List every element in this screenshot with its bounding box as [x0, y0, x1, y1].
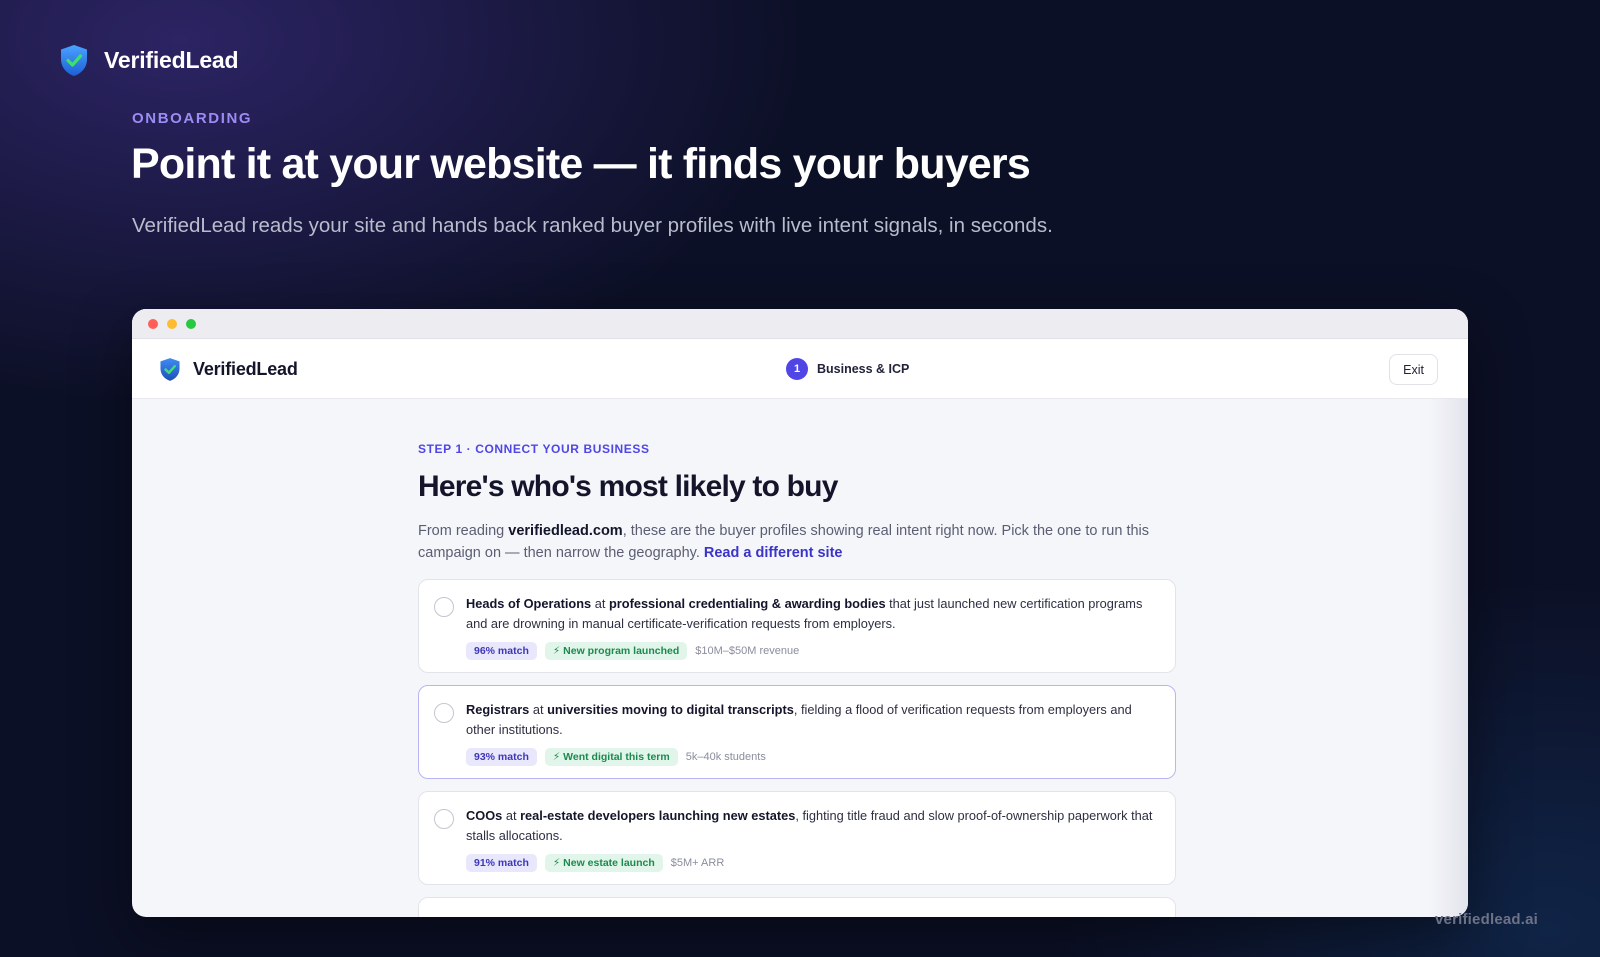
profile-radio[interactable] — [434, 703, 454, 723]
window-maximize-dot[interactable] — [186, 318, 196, 329]
profile-at: at — [591, 596, 609, 611]
profile-badges: 93% match ⚡ Went digital this term 5k–40… — [466, 748, 1159, 766]
profile-at: at — [529, 702, 548, 717]
profile-radio[interactable] — [434, 809, 454, 829]
onboarding-stepper: 1 Business & ICP — [786, 358, 909, 380]
hero-eyebrow: ONBOARDING — [132, 110, 253, 127]
profile-badges: 96% match ⚡ New program launched $10M–$5… — [466, 642, 1159, 660]
site-watermark: verifiedlead.ai — [1435, 911, 1539, 928]
profile-segment: real-estate developers launching new est… — [520, 808, 796, 823]
profile-segment: professional credentialing & awarding bo… — [608, 596, 886, 611]
profile-role: Heads of Operations — [466, 596, 592, 611]
app-window: VerifiedLead 1 Business & ICP Exit STEP … — [132, 309, 1468, 917]
buyer-profile-card[interactable]: Heads of Operations at professional cred… — [418, 579, 1176, 673]
app-header: VerifiedLead 1 Business & ICP Exit — [132, 339, 1468, 399]
step-title: Here's who's most likely to buy — [418, 470, 838, 503]
profile-meta: $10M–$50M revenue — [695, 645, 800, 657]
window-close-dot[interactable] — [148, 318, 158, 329]
profile-description: Registrars at universities moving to dig… — [466, 700, 1159, 740]
profile-role: COOs — [466, 808, 503, 823]
profile-segment: universities moving to digital transcrip… — [547, 702, 794, 717]
intent-signal-badge: ⚡ Went digital this term — [544, 748, 678, 766]
shield-check-icon — [61, 45, 87, 76]
intent-signal-badge: ⚡ New estate launch — [544, 854, 663, 872]
profile-role: Registrars — [466, 702, 530, 717]
buyer-profile-card[interactable]: COOs at real-estate developers launching… — [418, 791, 1176, 885]
shield-check-icon — [160, 358, 180, 381]
profile-meta: $5M+ ARR — [670, 857, 725, 869]
step-number-badge: 1 — [786, 358, 808, 380]
profile-description: COOs at real-estate developers launching… — [466, 806, 1159, 846]
exit-button[interactable]: Exit — [1389, 354, 1438, 385]
profile-meta: 5k–40k students — [685, 751, 766, 763]
profile-badges: 91% match ⚡ New estate launch $5M+ ARR — [466, 854, 1159, 872]
buyer-profile-card[interactable]: Registrars at universities moving to dig… — [418, 685, 1176, 779]
app-brand-name: VerifiedLead — [193, 359, 298, 379]
hero-subhead: VerifiedLead reads your site and hands b… — [132, 214, 1053, 237]
desc-domain: verifiedlead.com — [508, 523, 623, 539]
app-brand: VerifiedLead — [159, 357, 298, 382]
profile-radio[interactable] — [434, 597, 454, 617]
profile-description: Heads of Operations at professional cred… — [466, 594, 1159, 634]
step-content: STEP 1 · CONNECT YOUR BUSINESS Here's wh… — [132, 399, 1468, 917]
profile-at: at — [502, 808, 521, 823]
window-minimize-dot[interactable] — [167, 318, 177, 329]
read-different-site-link[interactable]: Read a different site — [704, 545, 843, 561]
hero-brand: VerifiedLead — [59, 44, 239, 77]
step-eyebrow: STEP 1 · CONNECT YOUR BUSINESS — [418, 442, 650, 456]
step-label: Business & ICP — [817, 362, 910, 376]
intent-signal-badge: ⚡ New program launched — [544, 642, 688, 660]
buyer-profile-card-partial[interactable] — [418, 897, 1176, 917]
desc-prefix: From reading — [418, 523, 509, 539]
match-badge: 93% match — [466, 748, 537, 766]
match-badge: 91% match — [466, 854, 537, 872]
hero-headline: Point it at your website — it finds your… — [131, 140, 1031, 188]
buyer-profile-list: Heads of Operations at professional cred… — [418, 579, 1176, 917]
hero-brand-name: VerifiedLead — [104, 47, 239, 73]
window-titlebar — [132, 309, 1468, 339]
step-description: From reading verifiedlead.com, these are… — [418, 520, 1178, 564]
match-badge: 96% match — [466, 642, 537, 660]
